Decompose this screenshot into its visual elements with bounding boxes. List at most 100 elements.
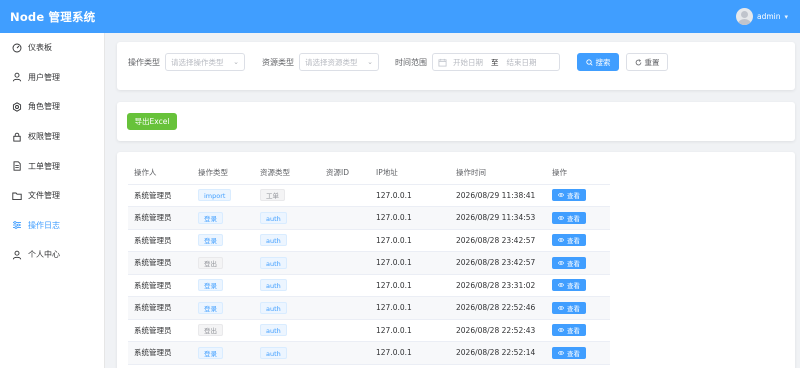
view-button-label: 查看 (567, 282, 580, 291)
table-cell: auth (254, 251, 320, 275)
search-icon (585, 58, 593, 66)
table-cell: 系统管理员 (128, 296, 192, 320)
table-cell: 127.0.0.1 (370, 319, 450, 342)
op-type-select[interactable]: 请选择操作类型 ⌄ (165, 53, 245, 71)
table-cell: 查看 (546, 206, 610, 230)
search-button[interactable]: 搜索 (577, 53, 619, 71)
sidebar-item-label: 权限管理 (28, 132, 60, 142)
table-cell: 127.0.0.1 (370, 229, 450, 252)
table-header-row: 操作人 操作类型 资源类型 资源ID IP地址 操作时间 操作 (128, 162, 610, 185)
sidebar-item-5[interactable]: 文件管理 (0, 181, 104, 211)
sidebar-item-6[interactable]: 操作日志 (0, 211, 104, 241)
table-row: 系统管理员 登出 auth 127.0.0.1 2026/08/28 22:52:43 查… (128, 319, 610, 342)
table-cell: 2026/08/28 23:42:57 (450, 251, 546, 275)
user-menu[interactable]: admin ▾ (735, 8, 788, 25)
view-button[interactable]: 查看 (552, 324, 586, 337)
sidebar-item-0[interactable]: 仪表板 (0, 33, 104, 63)
operation-log-table: 操作人 操作类型 资源类型 资源ID IP地址 操作时间 操作 系统管理员 import 工单 1… (128, 162, 610, 365)
op-type-tag: 登录 (198, 234, 223, 247)
table-cell: 127.0.0.1 (370, 341, 450, 365)
res-type-tag: auth (260, 211, 287, 224)
sidebar-item-label: 角色管理 (28, 102, 60, 112)
ip-cell: 127.0.0.1 (376, 190, 412, 200)
ip-cell: 127.0.0.1 (376, 280, 412, 290)
res-type-tag: auth (260, 346, 287, 359)
res-type-tag: 工单 (260, 189, 285, 202)
table-cell: 登录 (192, 274, 254, 297)
table-cell: 查看 (546, 341, 610, 365)
table-row: 系统管理员 登录 auth 127.0.0.1 2026/08/28 22:52:46 查… (128, 296, 610, 320)
app-title: Node 管理系统 (10, 9, 96, 24)
sidebar-item-4[interactable]: 工单管理 (0, 151, 104, 181)
table-cell: 查看 (546, 274, 610, 297)
res-type-label: 资源类型 (262, 57, 294, 67)
folder-icon (12, 191, 22, 201)
reset-button-label: 重置 (644, 57, 660, 67)
column-header: 资源类型 (254, 162, 320, 185)
view-button[interactable]: 查看 (552, 189, 586, 202)
view-button[interactable]: 查看 (552, 279, 586, 292)
table-cell: 2026/08/29 11:34:53 (450, 206, 546, 230)
res-type-tag: auth (260, 234, 287, 247)
table-cell: 查看 (546, 184, 610, 207)
sidebar-item-label: 个人中心 (28, 250, 60, 260)
view-button-label: 查看 (567, 259, 580, 268)
op-type-label: 操作类型 (128, 57, 160, 67)
table-cell (320, 206, 370, 230)
operator-cell: 系统管理员 (134, 280, 172, 290)
view-button[interactable]: 查看 (552, 346, 586, 359)
table-cell: import (192, 184, 254, 207)
sidebar-item-label: 工单管理 (28, 161, 60, 171)
time-range-label: 时间范围 (395, 57, 427, 67)
chevron-down-icon: ⌄ (367, 58, 373, 66)
res-type-select[interactable]: 请选择资源类型 ⌄ (299, 53, 379, 71)
column-header: IP地址 (370, 162, 450, 185)
reset-button[interactable]: 重置 (626, 53, 668, 71)
operator-cell: 系统管理员 (134, 258, 172, 268)
eye-icon (558, 238, 564, 243)
date-range-picker[interactable]: 开始日期 至 结束日期 (432, 53, 560, 71)
avatar[interactable] (735, 8, 753, 25)
chevron-down-icon: ⌄ (233, 58, 239, 66)
start-date-input[interactable]: 开始日期 (453, 57, 483, 68)
sidebar-item-label: 仪表板 (28, 43, 52, 53)
sidebar-item-7[interactable]: 个人中心 (0, 240, 104, 270)
table-row: 系统管理员 登录 auth 127.0.0.1 2026/08/29 11:34:53 查… (128, 206, 610, 230)
sidebar-item-1[interactable]: 用户管理 (0, 63, 104, 93)
view-button[interactable]: 查看 (552, 211, 586, 224)
ip-cell: 127.0.0.1 (376, 213, 412, 223)
eye-icon (558, 350, 564, 355)
op-type-tag: 登出 (198, 256, 223, 269)
table-cell: auth (254, 319, 320, 342)
export-excel-button[interactable]: 导出Excel (127, 113, 177, 130)
table-row: 系统管理员 import 工单 127.0.0.1 2026/08/29 11:38:4… (128, 184, 610, 207)
column-header: 资源ID (320, 162, 370, 185)
table-cell: 查看 (546, 251, 610, 275)
ip-cell: 127.0.0.1 (376, 303, 412, 313)
table-cell: 2026/08/29 11:38:41 (450, 184, 546, 207)
end-date-input[interactable]: 结束日期 (507, 57, 537, 68)
username[interactable]: admin (757, 12, 781, 21)
table-row: 系统管理员 登录 auth 127.0.0.1 2026/08/28 22:52:14 查… (128, 341, 610, 365)
export-panel: 导出Excel (117, 102, 795, 141)
eye-icon (558, 283, 564, 288)
view-button[interactable]: 查看 (552, 234, 586, 247)
table-cell (320, 341, 370, 365)
view-button[interactable]: 查看 (552, 256, 586, 269)
res-type-tag: auth (260, 279, 287, 292)
res-type-tag: auth (260, 301, 287, 314)
view-button-label: 查看 (567, 327, 580, 336)
calendar-icon (438, 58, 447, 67)
sidebar-item-3[interactable]: 权限管理 (0, 122, 104, 152)
sidebar: 仪表板用户管理角色管理权限管理工单管理文件管理 操作日志个人中心 (0, 33, 105, 368)
table-cell (320, 184, 370, 207)
time-cell: 2026/08/28 23:42:57 (456, 235, 536, 245)
table-cell: 登录 (192, 341, 254, 365)
sidebar-item-2[interactable]: 角色管理 (0, 92, 104, 122)
chevron-down-icon[interactable]: ▾ (784, 13, 788, 21)
sidebar-item-label: 用户管理 (28, 72, 60, 82)
time-cell: 2026/08/28 22:52:14 (456, 348, 536, 358)
view-button[interactable]: 查看 (552, 301, 586, 314)
op-type-tag: import (198, 189, 232, 202)
ip-cell: 127.0.0.1 (376, 258, 412, 268)
